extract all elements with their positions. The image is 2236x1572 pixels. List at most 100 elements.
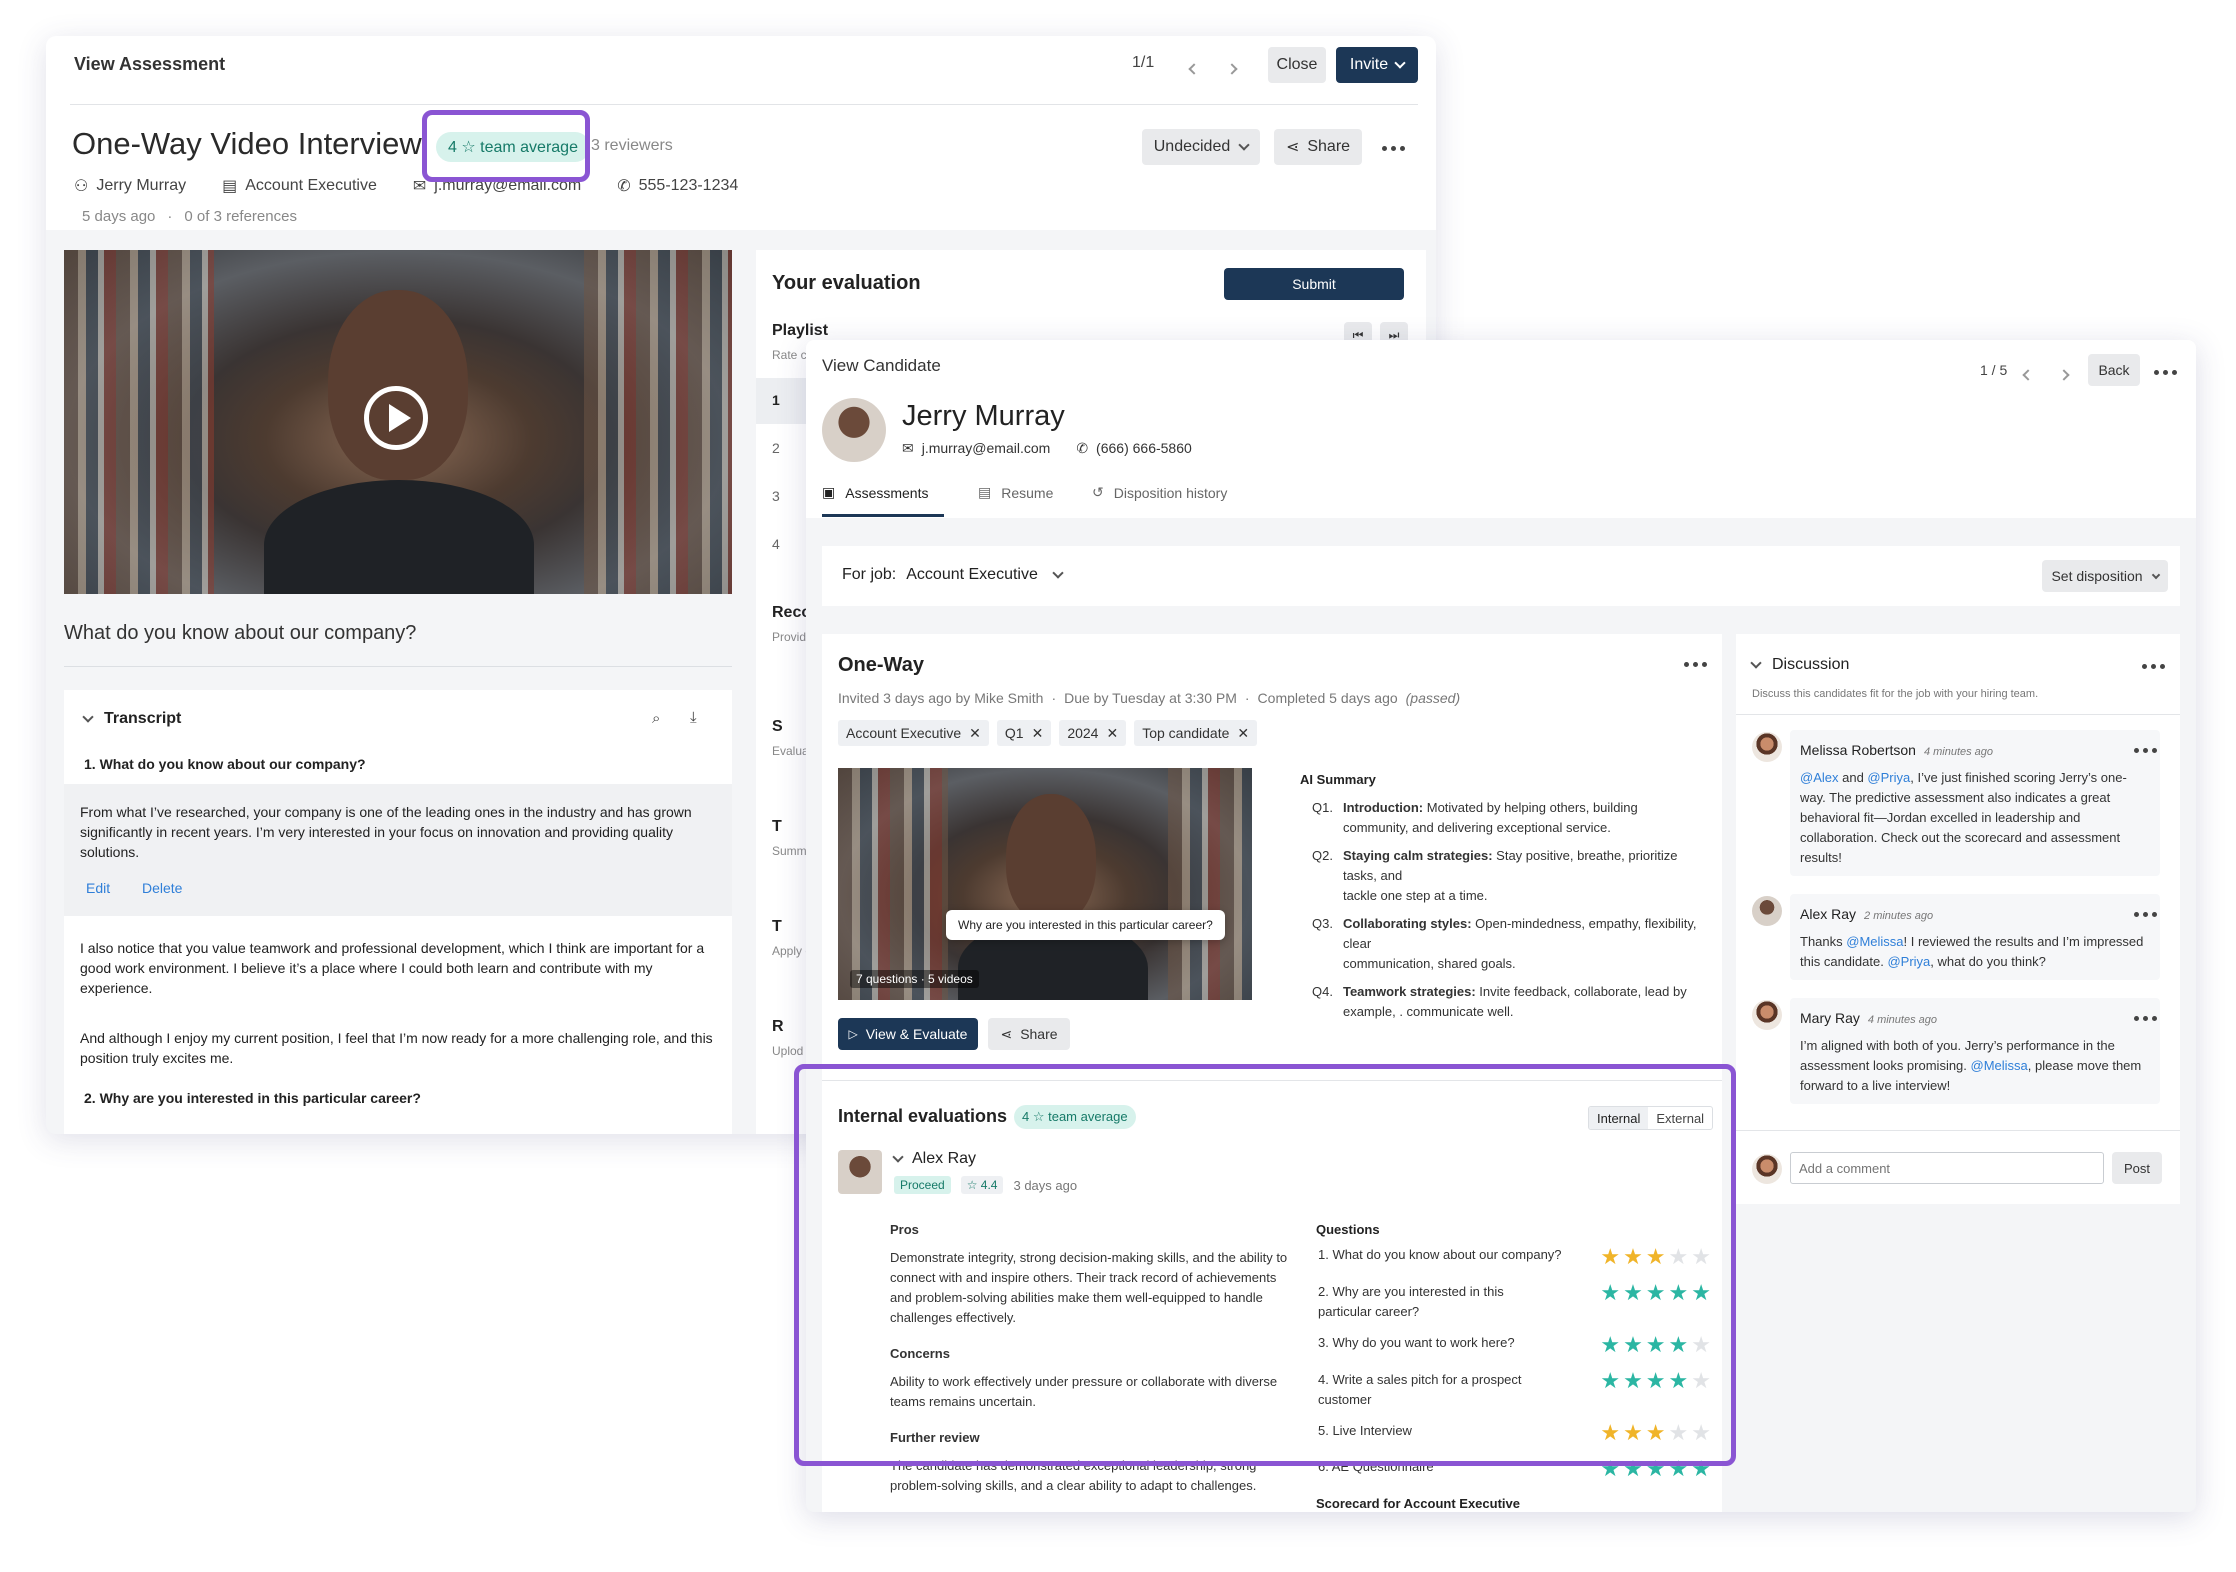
- mention[interactable]: @Priya: [1867, 770, 1910, 785]
- discussion-toggle[interactable]: Discussion: [1750, 656, 1849, 674]
- transcript-panel: Transcript ⌕ ⤓ 1. What do you know about…: [64, 690, 732, 1134]
- prev-icon[interactable]: [2022, 366, 2034, 384]
- video-player[interactable]: [64, 250, 732, 594]
- status-dropdown[interactable]: Undecided: [1142, 129, 1260, 165]
- section-label-3[interactable]: T: [772, 918, 782, 936]
- chevron-down-icon: [1052, 567, 1064, 579]
- submit-button[interactable]: Submit: [1224, 268, 1404, 300]
- more-icon[interactable]: [2154, 370, 2177, 375]
- assessment-header: View Assessment 1/1 Close Invite One-Way…: [46, 36, 1436, 230]
- invite-button[interactable]: Invite: [1336, 47, 1418, 83]
- back-button[interactable]: Back: [2088, 354, 2140, 386]
- section-label-4[interactable]: R: [772, 1018, 784, 1036]
- summary-line: community, and delivering exceptional se…: [1342, 820, 1611, 835]
- section-label-2[interactable]: T: [772, 818, 782, 836]
- summary-item: Q3. Collaborating styles: Open-mindednes…: [1312, 914, 1712, 974]
- search-icon[interactable]: ⌕: [652, 710, 660, 727]
- next-icon[interactable]: [1226, 60, 1238, 78]
- playlist-item-1[interactable]: 1: [772, 392, 780, 408]
- job-selector[interactable]: For job: Account Executive: [842, 566, 1064, 584]
- close-icon[interactable]: ✕: [1106, 725, 1118, 742]
- document-icon: ▤: [978, 484, 992, 500]
- tab-resume[interactable]: ▤ Resume: [978, 484, 1053, 501]
- play-icon[interactable]: [364, 386, 428, 450]
- playlist-item-3[interactable]: 3: [772, 488, 780, 504]
- comment: Mary Ray 4 minutes ago I’m aligned with …: [1790, 998, 2160, 1104]
- share-icon: ⋖: [1000, 1025, 1013, 1042]
- summary-title: Collaborating styles:: [1342, 916, 1472, 931]
- references[interactable]: 0 of 3 references: [184, 208, 297, 225]
- candidate-header: View Candidate 1 / 5 Back Jerry Murray ✉…: [806, 340, 2196, 518]
- for-job-value: Account Executive: [906, 566, 1038, 583]
- close-icon[interactable]: ✕: [969, 725, 981, 742]
- share-button[interactable]: ⋖ Share: [1274, 129, 1362, 165]
- selected-answer[interactable]: From what I’ve researched, your company …: [64, 784, 732, 916]
- phone[interactable]: 555-123-1234: [639, 177, 739, 195]
- mention[interactable]: @Melissa: [1971, 1058, 2028, 1073]
- tag-label: Top candidate: [1142, 725, 1230, 741]
- summary-item: Q2. Staying calm strategies: Stay positi…: [1312, 846, 1712, 906]
- invite-label: Invite: [1349, 56, 1389, 73]
- mention[interactable]: @Priya: [1887, 954, 1930, 969]
- comment-input[interactable]: [1790, 1152, 2104, 1184]
- tab-resume-label: Resume: [1001, 484, 1054, 501]
- chevron-down-icon: [2151, 570, 2160, 579]
- prev-icon[interactable]: [1188, 60, 1200, 78]
- phone[interactable]: (666) 666-5860: [1096, 440, 1192, 457]
- more-icon[interactable]: [2134, 1016, 2157, 1021]
- section-hint-4: Uplod: [772, 1044, 804, 1058]
- close-button[interactable]: Close: [1268, 47, 1326, 83]
- more-icon[interactable]: [2134, 748, 2157, 753]
- share-button[interactable]: ⋖ Share: [988, 1018, 1070, 1050]
- download-icon[interactable]: ⤓: [690, 709, 697, 726]
- tab-assessments[interactable]: ▣ Assessments: [822, 484, 928, 501]
- set-disposition-button[interactable]: Set disposition: [2042, 560, 2168, 592]
- playlist-item-2[interactable]: 2: [772, 440, 780, 456]
- assessments-icon: ▣: [822, 484, 836, 500]
- summary-line: example, . communicate well.: [1342, 1004, 1514, 1019]
- mention[interactable]: @Melissa: [1846, 934, 1903, 949]
- tab-disposition-history[interactable]: ↺ Disposition history: [1092, 484, 1227, 501]
- email[interactable]: j.murray@email.com: [922, 440, 1051, 457]
- section-label-1[interactable]: S: [772, 718, 783, 736]
- transcript-question-2: 2. Why are you interested in this partic…: [84, 1090, 421, 1106]
- comment-time: 4 minutes ago: [1867, 1014, 1938, 1026]
- tab-disposition-label: Disposition history: [1113, 484, 1228, 501]
- posted-time: 5 days ago: [82, 208, 156, 225]
- summary-q: Q4.: [1312, 984, 1333, 999]
- mention[interactable]: @Alex: [1800, 770, 1839, 785]
- close-icon[interactable]: ✕: [1237, 725, 1249, 742]
- summary-line: clear: [1342, 936, 1372, 951]
- close-icon[interactable]: ✕: [1032, 725, 1044, 742]
- view-evaluate-button[interactable]: ▷ View & Evaluate: [838, 1018, 978, 1050]
- comment-author: Alex Ray: [1800, 906, 1857, 922]
- tag-label: 2024: [1067, 725, 1099, 741]
- more-icon[interactable]: [1382, 146, 1405, 151]
- avatar: [822, 398, 886, 462]
- chevron-down-icon: [1394, 57, 1406, 69]
- transcript-toggle[interactable]: Transcript: [82, 710, 181, 728]
- summary-line: Motivated by helping others, building: [1426, 800, 1638, 815]
- avatar: [1752, 1000, 1782, 1030]
- edit-link[interactable]: Edit: [86, 880, 110, 896]
- video-thumbnail[interactable]: 7 questions · 5 videos: [838, 768, 1252, 1000]
- more-icon[interactable]: [1684, 662, 1707, 667]
- summary-line: tasks, and: [1342, 868, 1403, 883]
- history-icon: ↺: [1092, 484, 1104, 500]
- answer-text-1: From what I’ve researched, your company …: [80, 804, 692, 860]
- chevron-down-icon: [1750, 657, 1762, 669]
- playlist-label: Playlist: [772, 322, 829, 339]
- more-icon[interactable]: [2142, 664, 2165, 669]
- job-filter-bar: For job: Account Executive Set dispositi…: [822, 546, 2180, 606]
- next-icon[interactable]: [2058, 366, 2070, 384]
- set-disposition-label: Set disposition: [2051, 568, 2143, 584]
- invited-text: Invited 3 days ago by Mike Smith: [838, 690, 1044, 706]
- more-icon[interactable]: [2134, 912, 2157, 917]
- comment-author: Mary Ray: [1800, 1010, 1860, 1026]
- post-button[interactable]: Post: [2112, 1152, 2162, 1184]
- answer-text-3: And although I enjoy my current position…: [80, 1030, 713, 1066]
- playlist-item-4[interactable]: 4: [772, 536, 780, 552]
- delete-link[interactable]: Delete: [142, 880, 182, 896]
- summary-line: Invite feedback, collaborate, lead by: [1479, 984, 1687, 999]
- summary-title: Introduction:: [1342, 800, 1424, 815]
